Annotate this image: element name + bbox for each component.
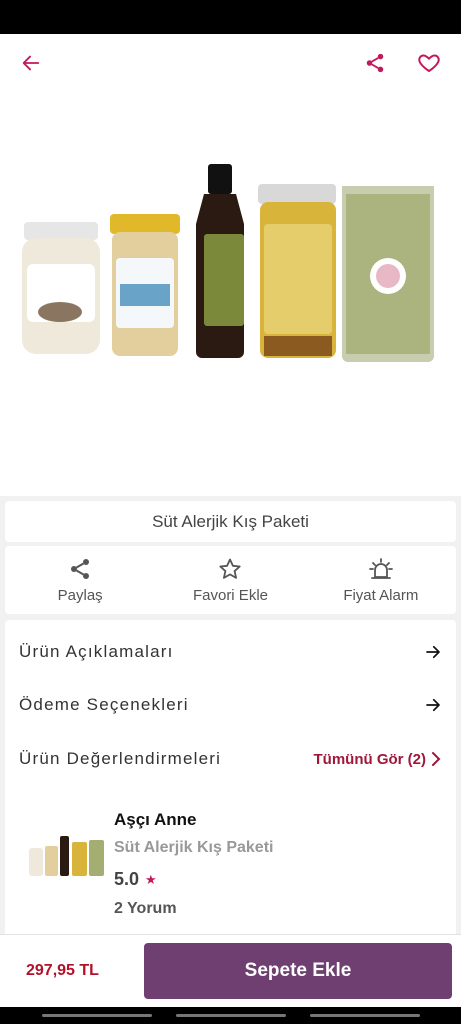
arrow-right-icon [426,698,440,712]
product-reviews-label: Ürün Değerlendirmeleri [19,749,222,768]
share-action-label: Paylaş [57,586,103,604]
review-product-name: Süt Alerjik Kış Paketi [114,839,274,856]
favorite-action-label: Favori Ekle [192,586,268,604]
see-all-reviews-link[interactable]: Tümünü Gör (2) [314,751,443,768]
price: 297,95 TL [26,962,99,979]
back-button[interactable] [14,46,48,80]
product-image-area [0,34,461,496]
product-info-card: Ürün Açıklamaları Ödeme Seçenekleri Ürün… [5,620,456,938]
share-button[interactable] [358,46,392,80]
purchase-bar: 297,95 TL Sepete Ekle [0,934,461,1007]
favorite-action[interactable]: Favori Ekle [155,546,305,614]
jar-tarhana [22,222,100,354]
review-count: 2 Yorum [114,900,177,917]
product-photo [22,164,434,362]
heart-outline-icon [418,54,440,72]
product-thumbnail [29,836,104,876]
nav-pill [42,1014,152,1017]
review-summary[interactable]: Aşçı Anne Süt Alerjik Kış Paketi 5.0 ★ 2… [5,800,456,930]
status-bar [0,0,461,34]
price-alarm-action[interactable]: Fiyat Alarm [306,546,456,614]
alarm-icon [368,557,393,579]
star-outline-icon [219,558,242,579]
payment-options-row[interactable]: Ödeme Seçenekleri [19,690,442,720]
bottle-pekmez [196,164,244,358]
share-icon [71,558,90,579]
product-reviews-row: Ürün Değerlendirmeleri Tümünü Gör (2) [19,744,442,774]
app-bar [0,34,461,90]
share-icon [366,53,384,73]
add-to-cart-button[interactable]: Sepete Ekle [144,943,452,999]
price-alarm-action-label: Fiyat Alarm [343,586,419,604]
payment-options-label: Ödeme Seçenekleri [19,695,189,714]
nav-pill [176,1014,286,1017]
product-title-card: Süt Alerjik Kış Paketi [5,501,456,542]
jar-tahin [110,214,180,356]
star-filled-icon: ★ [145,871,157,887]
see-all-reviews-label: Tümünü Gör (2) [313,750,427,768]
system-navigation-bar [0,1007,461,1024]
action-bar: Paylaş Favori Ekle Fiyat Alarm [5,546,456,614]
chevron-right-icon [432,752,441,766]
product-title: Süt Alerjik Kış Paketi [152,511,309,531]
arrow-right-icon [426,645,440,659]
bag-herbs [342,186,434,362]
nav-pill [310,1014,420,1017]
share-action[interactable]: Paylaş [5,546,155,614]
add-to-cart-label: Sepete Ekle [244,960,352,981]
rating: 5.0 ★ [114,869,157,890]
seller-name: Aşçı Anne [114,810,197,829]
product-descriptions-label: Ürün Açıklamaları [19,642,174,661]
favorite-button[interactable] [412,46,446,80]
product-descriptions-row[interactable]: Ürün Açıklamaları [19,637,442,667]
arrow-left-icon [22,55,40,71]
rating-value: 5.0 [114,869,140,889]
jar-kemik-suyu [258,184,336,358]
